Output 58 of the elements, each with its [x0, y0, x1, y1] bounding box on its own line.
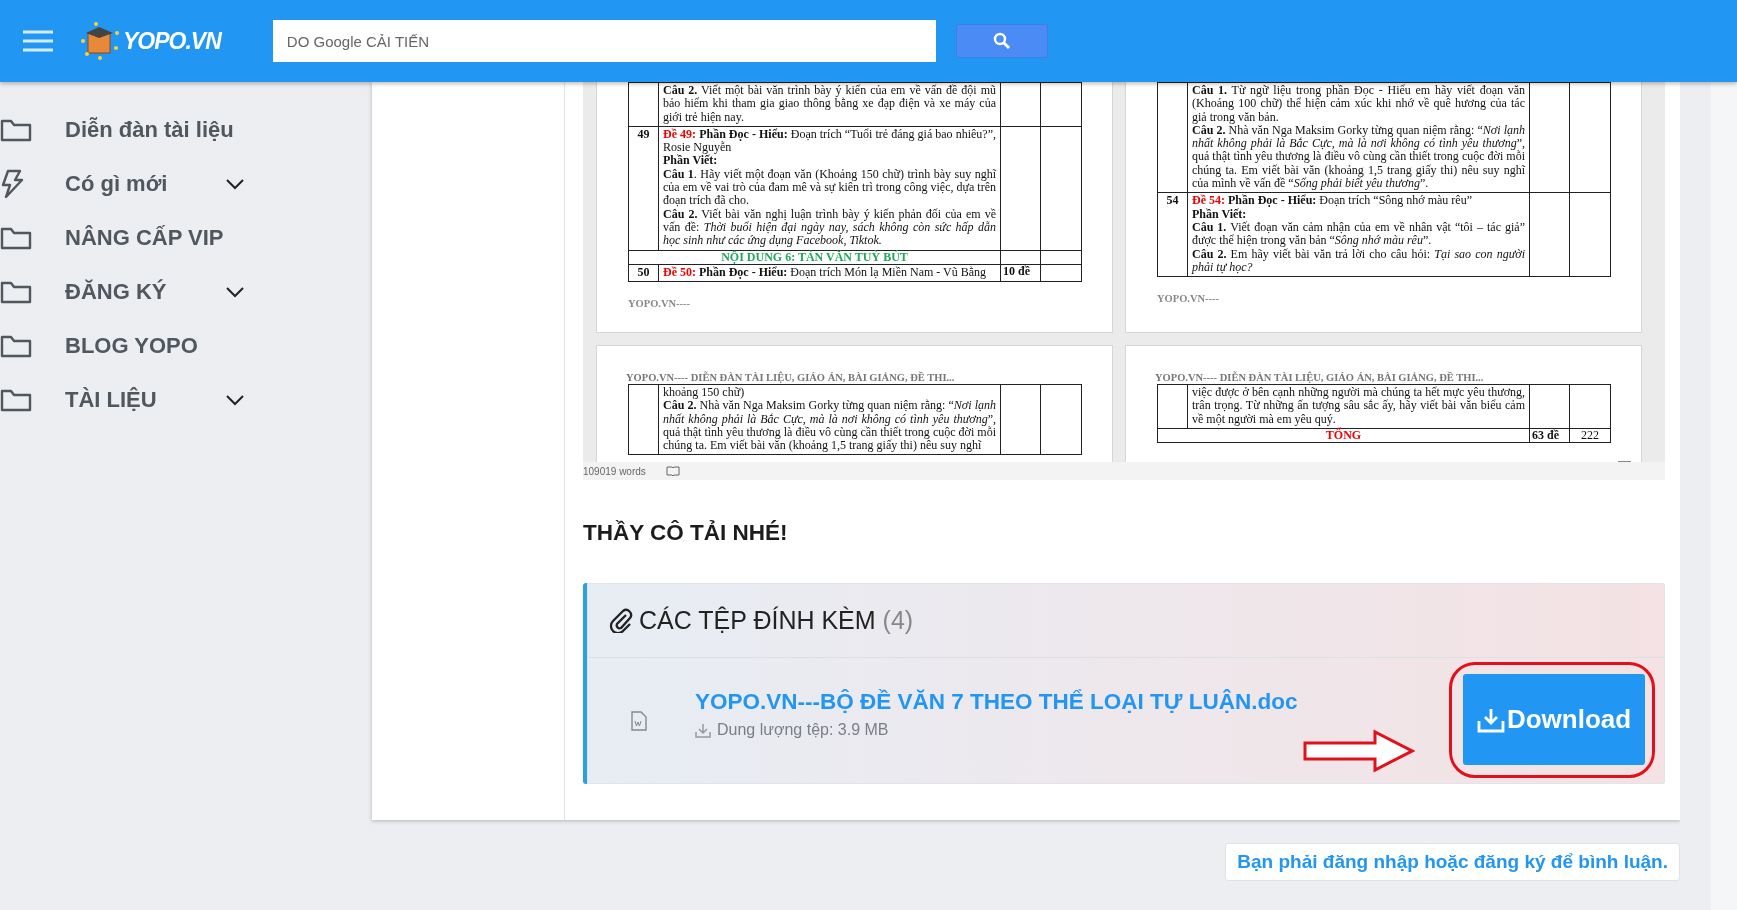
- row-number: 50: [637, 264, 650, 279]
- document-paragraph: Đề 50: Phần Đọc - Hiểu: Đoạn trích Món lạ Miền Nam - Vũ Bằng: [663, 265, 988, 280]
- total-label: TỔNG: [1325, 427, 1362, 442]
- section-heading: THẦY CÔ TẢI NHÉ!: [583, 520, 789, 546]
- document-paragraph: Câu 2. Viết một bài văn trình bày ý kiến của em về vấn đề đội mũ bảo hiểm khi tham gia giao thông bằng xe đạp điện và xe máy của giới trẻ hiện nay.: [663, 84, 996, 124]
- menu-icon: [23, 29, 53, 53]
- table-cell: 63 đề: [1532, 427, 1559, 442]
- section-heading: NỘI DUNG 6: TẢN VĂN TUỲ BÚT: [721, 249, 908, 264]
- search-button[interactable]: [955, 24, 1048, 58]
- sidebar-item[interactable]: ĐĂNG KÝ: [0, 272, 245, 312]
- attachments-title: CÁC TỆP ĐÍNH KÈM (4): [639, 605, 914, 635]
- logo-cube-icon: [79, 21, 121, 61]
- document-paragraph: Câu 2. Em hãy viết bài văn trả lời cho câu hỏi: Tại sao con người phải tự học?: [1192, 247, 1525, 275]
- menu-button[interactable]: [23, 29, 53, 53]
- search-icon: [992, 32, 1011, 50]
- outline-arrow-icon: [1303, 729, 1415, 773]
- sidebar-item[interactable]: BLOG YOPO: [0, 326, 245, 366]
- document-paragraph: Câu 1. Viết đoạn văn cảm nhận của em về nhân vật “tôi – tác giả” được thể hiện trong văn bản “Sông nhớ màu rêu”.: [1192, 220, 1525, 248]
- folder-icon: [0, 226, 32, 250]
- document-paragraph: Đề 54: Phần Đọc - Hiểu: Đoạn trích “Sông nhớ màu rêu”: [1192, 194, 1473, 208]
- folder-icon: [0, 280, 32, 304]
- paperclip-icon: [609, 607, 633, 633]
- sidebar-item[interactable]: TÀI LIỆU: [0, 380, 245, 420]
- document-paragraph: Câu 2. Viết bài văn nghị luận trình bày ý kiến phản đối của em về vấn đề: Thời buổi hiện đại ngày nay, sách không còn sức hấp dẫn học sinh như các ứng dụng Facebook, Tiktok.: [663, 207, 996, 248]
- book-icon: [665, 465, 680, 477]
- page-footer: YOPO.VN----: [1157, 293, 1220, 305]
- page-header: YOPO.VN---- DIỄN ĐÀN TÀI LIỆU, GIÁO ÁN, BÀI GIẢNG, ĐỀ THI...: [1155, 372, 1485, 383]
- document-paragraph: Câu 2. Nhà văn Nga Maksim Gorky từng quan niệm rằng: “Nơi lạnh nhất không phải là Bắc Cực, mà là nơi không có tình yêu thương”, quả thật tình yêu thương là điều vô cùng cần thiết trong cuộc đời mỗi chúng ta. Em viết bài văn (khoảng 1,5 trang giấy thi) nêu suy nghĩ: [663, 399, 996, 453]
- download-icon: [1476, 706, 1505, 733]
- document-paragraph: khoảng 150 chữ): [663, 386, 746, 400]
- folder-icon: [0, 118, 32, 142]
- row-number: 49: [637, 126, 650, 141]
- page-header: YOPO.VN---- DIỄN ĐÀN TÀI LIỆU, GIÁO ÁN, BÀI GIẢNG, ĐỀ THI...: [626, 372, 956, 383]
- chevron-icon: [225, 286, 245, 298]
- document-paragraph: việc được ở bên cạnh những người mà chúng ta hết mực yêu thương, trân trọng. Từ những ấn tượng sâu sắc ấy, hãy viết bài văn biểu cảm về một người mà em yêu quý.: [1192, 386, 1525, 426]
- download-icon: [695, 722, 711, 738]
- lightning-icon: [0, 169, 24, 199]
- table-cell: 10 đề: [1003, 263, 1030, 278]
- sidebar-item[interactable]: Diễn đàn tài liệu: [0, 110, 245, 150]
- document-paragraph: Đề 49: Phần Đọc - Hiểu: Đoạn trích “Tuổi trẻ đáng giá bao nhiêu?”, Rosie Nguyễn: [663, 127, 996, 155]
- row-number: 54: [1166, 193, 1179, 208]
- folder-icon: [0, 334, 32, 358]
- chevron-icon: [225, 178, 245, 190]
- document-paragraph: Phần Viết:: [1192, 207, 1248, 221]
- document-paragraph: Câu 2. Nhà văn Nga Maksim Gorky từng quan niệm rằng: “Nơi lạnh nhất không phải là Bắc Cực, mà là nơi không có tình yêu thương”, quả thật tình yêu thương là điều vô cùng cần thiết trong cuộc đời mỗi chúng ta. Em viết bài văn (khoảng 1,5 trang giấy thi) nêu suy nghĩ của mình về vấn đề “Sống phải biết yêu thương”.: [1192, 123, 1525, 191]
- table-cell: 222: [1581, 427, 1599, 442]
- search-field[interactable]: DO Google CẢI TIẾN: [272, 20, 936, 62]
- word-count: 109019 words: [583, 465, 646, 477]
- chevron-icon: [225, 394, 245, 406]
- document-paragraph: Câu 1. Từ ngữ liệu trong phần Đọc - Hiểu em hãy viết đoạn văn (Khoảng 100 chữ) thể hiện cảm xúc khi nhớ về quê hương của tác giả trong văn bản.: [1192, 84, 1525, 124]
- document-file-icon: [631, 711, 647, 731]
- page-footer: YOPO.VN----: [628, 298, 691, 310]
- document-paragraph: Câu 1. Hãy viết một đoạn văn (Khoảng 150 chữ) trình bày suy nghĩ của em về vai trò của đam mê và sự kiên trì trong công việc, dựa trên đoạn trích đã cho.: [663, 167, 996, 208]
- sidebar-item[interactable]: Có gì mới: [0, 164, 245, 204]
- sidebar-item[interactable]: NÂNG CẤP VIP: [0, 218, 245, 258]
- file-size: Dung lượng tệp: 3.9 MB: [717, 721, 889, 739]
- document-paragraph: Phần Viết:: [663, 154, 718, 168]
- folder-icon: [0, 388, 32, 412]
